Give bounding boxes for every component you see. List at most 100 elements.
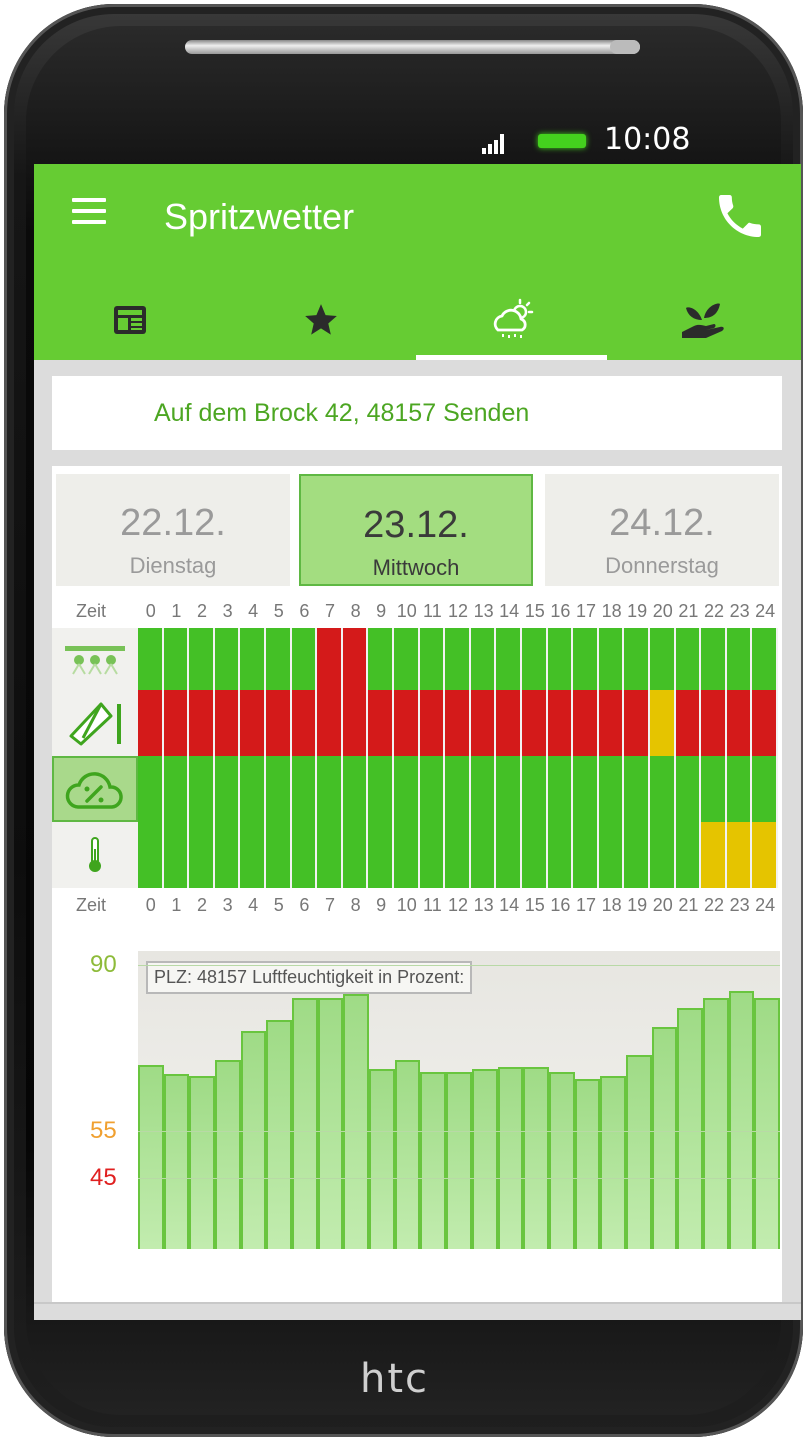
status-cell[interactable] (675, 628, 702, 690)
status-cell[interactable] (189, 756, 215, 822)
status-cell[interactable] (419, 822, 446, 888)
status-cell[interactable] (317, 822, 343, 888)
status-cell[interactable] (419, 690, 446, 756)
day-tab-mittwoch[interactable]: 23.12. Mittwoch (299, 474, 533, 586)
status-cell[interactable] (291, 822, 318, 888)
status-cell[interactable] (445, 690, 471, 756)
status-cell[interactable] (573, 822, 599, 888)
status-cell[interactable] (726, 756, 753, 822)
status-cell[interactable] (189, 690, 215, 756)
status-cell[interactable] (138, 690, 164, 756)
status-cell[interactable] (470, 690, 497, 756)
status-cell[interactable] (726, 628, 753, 690)
status-cell[interactable] (291, 628, 318, 690)
status-cell[interactable] (214, 628, 241, 690)
status-cell[interactable] (522, 690, 548, 756)
status-cell[interactable] (445, 756, 471, 822)
status-cell[interactable] (547, 756, 574, 822)
tab-favorites[interactable] (225, 280, 416, 360)
status-cell[interactable] (752, 628, 778, 690)
status-cell[interactable] (598, 628, 625, 690)
status-cell[interactable] (368, 822, 394, 888)
status-cell[interactable] (266, 822, 292, 888)
status-cell[interactable] (240, 822, 266, 888)
status-cell[interactable] (138, 628, 164, 690)
status-cell[interactable] (317, 628, 343, 690)
status-cell[interactable] (701, 628, 727, 690)
status-cell[interactable] (573, 690, 599, 756)
cloud-humidity-icon[interactable] (52, 756, 138, 822)
status-cell[interactable] (394, 756, 420, 822)
phone-icon[interactable] (710, 188, 770, 244)
status-cell[interactable] (266, 756, 292, 822)
status-cell[interactable] (419, 628, 446, 690)
tab-plant-care[interactable] (607, 280, 798, 360)
status-cell[interactable] (675, 690, 702, 756)
status-cell[interactable] (470, 756, 497, 822)
status-cell[interactable] (368, 756, 394, 822)
status-cell[interactable] (624, 690, 650, 756)
status-cell[interactable] (547, 628, 574, 690)
status-cell[interactable] (522, 822, 548, 888)
tab-weather[interactable] (416, 280, 607, 360)
status-cell[interactable] (675, 756, 702, 822)
status-cell[interactable] (419, 756, 446, 822)
status-cell[interactable] (394, 628, 420, 690)
status-cell[interactable] (342, 756, 369, 822)
status-cell[interactable] (650, 690, 676, 756)
status-cell[interactable] (368, 690, 394, 756)
status-cell[interactable] (368, 628, 394, 690)
status-cell[interactable] (138, 756, 164, 822)
status-cell[interactable] (445, 628, 471, 690)
status-cell[interactable] (342, 690, 369, 756)
status-cell[interactable] (624, 756, 650, 822)
status-cell[interactable] (701, 822, 727, 888)
status-cell[interactable] (291, 690, 318, 756)
status-cell[interactable] (752, 690, 778, 756)
status-cell[interactable] (394, 690, 420, 756)
day-tab-dienstag[interactable]: 22.12. Dienstag (56, 474, 290, 586)
status-cell[interactable] (573, 756, 599, 822)
status-cell[interactable] (214, 756, 241, 822)
menu-icon[interactable] (72, 198, 106, 224)
status-cell[interactable] (342, 628, 369, 690)
status-cell[interactable] (726, 822, 753, 888)
status-cell[interactable] (317, 756, 343, 822)
status-cell[interactable] (189, 628, 215, 690)
status-cell[interactable] (573, 628, 599, 690)
status-cell[interactable] (701, 690, 727, 756)
status-cell[interactable] (240, 690, 266, 756)
status-cell[interactable] (163, 822, 190, 888)
status-cell[interactable] (163, 690, 190, 756)
status-cell[interactable] (394, 822, 420, 888)
status-cell[interactable] (496, 628, 522, 690)
status-cell[interactable] (189, 822, 215, 888)
status-cell[interactable] (266, 628, 292, 690)
location-address[interactable]: Auf dem Brock 42, 48157 Senden (52, 376, 782, 450)
status-cell[interactable] (650, 822, 676, 888)
status-cell[interactable] (726, 690, 753, 756)
status-cell[interactable] (547, 690, 574, 756)
tab-news[interactable] (34, 280, 225, 360)
sprayer-icon[interactable] (52, 628, 138, 690)
status-cell[interactable] (650, 756, 676, 822)
status-cell[interactable] (522, 756, 548, 822)
status-cell[interactable] (214, 690, 241, 756)
status-cell[interactable] (470, 822, 497, 888)
status-cell[interactable] (317, 690, 343, 756)
status-cell[interactable] (342, 822, 369, 888)
status-cell[interactable] (624, 628, 650, 690)
status-cell[interactable] (496, 756, 522, 822)
status-cell[interactable] (445, 822, 471, 888)
status-cell[interactable] (598, 756, 625, 822)
status-cell[interactable] (163, 756, 190, 822)
status-cell[interactable] (138, 822, 164, 888)
status-cell[interactable] (266, 690, 292, 756)
status-cell[interactable] (163, 628, 190, 690)
wind-sock-icon[interactable] (52, 690, 138, 756)
status-cell[interactable] (240, 628, 266, 690)
status-cell[interactable] (291, 756, 318, 822)
status-cell[interactable] (547, 822, 574, 888)
thermometer-icon[interactable] (52, 822, 138, 888)
status-cell[interactable] (675, 822, 702, 888)
